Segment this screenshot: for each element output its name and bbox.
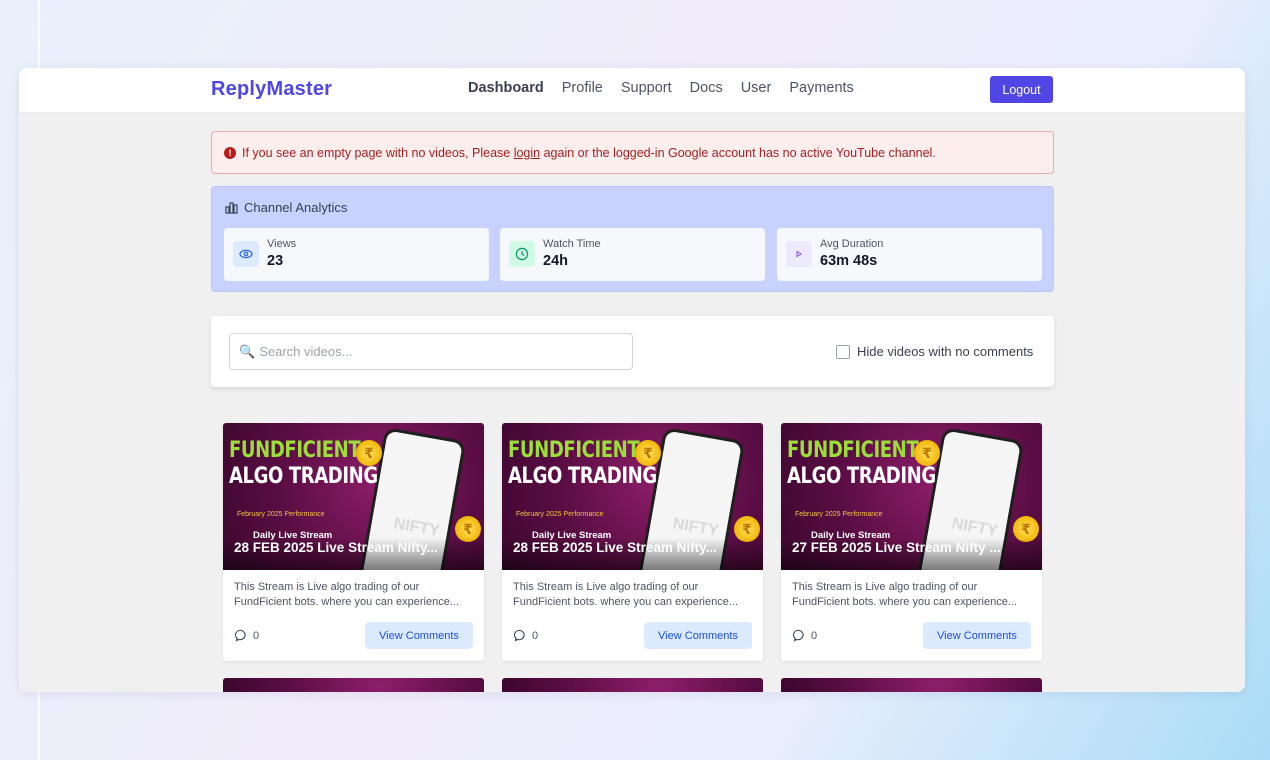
- navbar: ReplyMaster Dashboard Profile Support Do…: [19, 68, 1245, 113]
- thumb-brand: FUNDFICIENT: [229, 438, 361, 463]
- stat-watch-time: Watch Time 24h: [500, 228, 765, 281]
- analytics-title: Channel Analytics: [244, 200, 348, 215]
- alert-text-before: If you see an empty page with no videos,…: [242, 145, 514, 160]
- nav-links: Dashboard Profile Support Docs User Paym…: [468, 80, 854, 96]
- decor-line: [38, 0, 40, 68]
- video-description: This Stream is Live algo trading of our …: [792, 580, 1032, 610]
- video-thumbnail[interactable]: NIFTY FUNDFICIENT ALGO TRADING February …: [502, 423, 763, 570]
- view-comments-button[interactable]: View Comments: [923, 622, 1031, 649]
- coin-icon: ₹: [635, 440, 661, 466]
- comment-icon: [235, 629, 246, 642]
- thumb-subtitle: February 2025 Performance: [237, 511, 325, 518]
- stat-value: 24h: [543, 253, 568, 269]
- logout-button[interactable]: Logout: [990, 76, 1053, 103]
- thumb-subtitle: February 2025 Performance: [516, 511, 604, 518]
- login-link[interactable]: login: [514, 146, 540, 160]
- nav-link-user[interactable]: User: [741, 80, 772, 96]
- thumb-subtitle: February 2025 Performance: [795, 511, 883, 518]
- thumb-heading: ALGO TRADING: [229, 464, 378, 489]
- clock-icon: [509, 241, 535, 267]
- description-line: FundFicient bots. where you can experien…: [513, 596, 739, 608]
- video-title: 27 FEB 2025 Live Stream Nifty ...: [792, 540, 1001, 555]
- stat-label: Watch Time: [543, 238, 601, 250]
- view-comments-button[interactable]: View Comments: [365, 622, 473, 649]
- play-icon: [786, 241, 812, 267]
- description-line: FundFicient bots. where you can experien…: [234, 596, 460, 608]
- nav-link-payments[interactable]: Payments: [789, 80, 853, 96]
- nav-link-docs[interactable]: Docs: [690, 80, 723, 96]
- comment-count: 0: [514, 629, 538, 642]
- video-title: 28 FEB 2025 Live Stream Nifty...: [234, 540, 438, 555]
- brand-logo[interactable]: ReplyMaster: [211, 78, 332, 101]
- stat-value: 23: [267, 253, 284, 269]
- eye-icon: [233, 241, 259, 267]
- coin-icon: ₹: [356, 440, 382, 466]
- video-title: 28 FEB 2025 Live Stream Nifty...: [513, 540, 717, 555]
- search-input[interactable]: [259, 344, 620, 359]
- comment-count-value: 0: [253, 629, 260, 642]
- video-thumbnail[interactable]: NIFTY FUNDFICIENT ALGO TRADING February …: [781, 423, 1042, 570]
- thumb-brand: FUNDFICIENT: [508, 438, 640, 463]
- video-thumbnail[interactable]: NIFTY FUNDFICIENT ALGO TRADING February …: [223, 423, 484, 570]
- video-card: NIFTY FUNDFICIENT ALGO TRADING February …: [502, 423, 763, 661]
- description-line: This Stream is Live algo trading of our: [792, 581, 978, 593]
- hide-no-comments-checkbox[interactable]: [836, 344, 850, 359]
- stat-label: Views: [267, 238, 297, 250]
- description-line: FundFicient bots. where you can experien…: [792, 596, 1018, 608]
- comment-count-value: 0: [532, 629, 539, 642]
- comment-count: 0: [793, 629, 817, 642]
- app-window: ReplyMaster Dashboard Profile Support Do…: [19, 68, 1245, 692]
- comment-count: 0: [235, 629, 259, 642]
- nav-link-support[interactable]: Support: [621, 80, 672, 96]
- comment-icon: [514, 629, 525, 642]
- decor-line: [38, 692, 40, 760]
- description-line: This Stream is Live algo trading of our: [234, 581, 420, 593]
- bar-chart-icon: [225, 202, 238, 214]
- comment-icon: [793, 629, 804, 642]
- video-card-partial[interactable]: [781, 678, 1042, 692]
- search-box[interactable]: 🔍: [229, 333, 633, 370]
- video-card: NIFTY FUNDFICIENT ALGO TRADING February …: [223, 423, 484, 661]
- hide-no-comments-filter[interactable]: Hide videos with no comments: [836, 344, 1033, 359]
- description-line: This Stream is Live algo trading of our: [513, 581, 699, 593]
- hide-no-comments-label: Hide videos with no comments: [857, 344, 1034, 359]
- stat-label: Avg Duration: [820, 238, 884, 250]
- stat-value: 63m 48s: [820, 253, 878, 269]
- search-filter-card: 🔍 Hide videos with no comments: [211, 316, 1054, 387]
- nav-link-dashboard[interactable]: Dashboard: [468, 80, 544, 96]
- thumb-brand: FUNDFICIENT: [787, 438, 919, 463]
- video-card: NIFTY FUNDFICIENT ALGO TRADING February …: [781, 423, 1042, 661]
- empty-page-alert: ! If you see an empty page with no video…: [211, 131, 1054, 174]
- thumb-heading: ALGO TRADING: [508, 464, 657, 489]
- alert-icon: !: [224, 146, 236, 159]
- stat-avg-duration: Avg Duration 63m 48s: [777, 228, 1042, 281]
- analytics-header: Channel Analytics: [225, 200, 347, 215]
- comment-count-value: 0: [811, 629, 818, 642]
- video-card-partial[interactable]: [502, 678, 763, 692]
- nav-link-profile[interactable]: Profile: [562, 80, 603, 96]
- video-description: This Stream is Live algo trading of our …: [513, 580, 753, 610]
- video-card-partial[interactable]: [223, 678, 484, 692]
- search-icon: 🔍: [239, 343, 256, 359]
- view-comments-button[interactable]: View Comments: [644, 622, 752, 649]
- thumb-heading: ALGO TRADING: [787, 464, 936, 489]
- channel-analytics-panel: Channel Analytics Views 23 Watch Time 24…: [211, 186, 1054, 292]
- video-description: This Stream is Live algo trading of our …: [234, 580, 474, 610]
- stat-views: Views 23: [224, 228, 489, 281]
- alert-text-after: again or the logged-in Google account ha…: [540, 145, 936, 160]
- coin-icon: ₹: [914, 440, 940, 466]
